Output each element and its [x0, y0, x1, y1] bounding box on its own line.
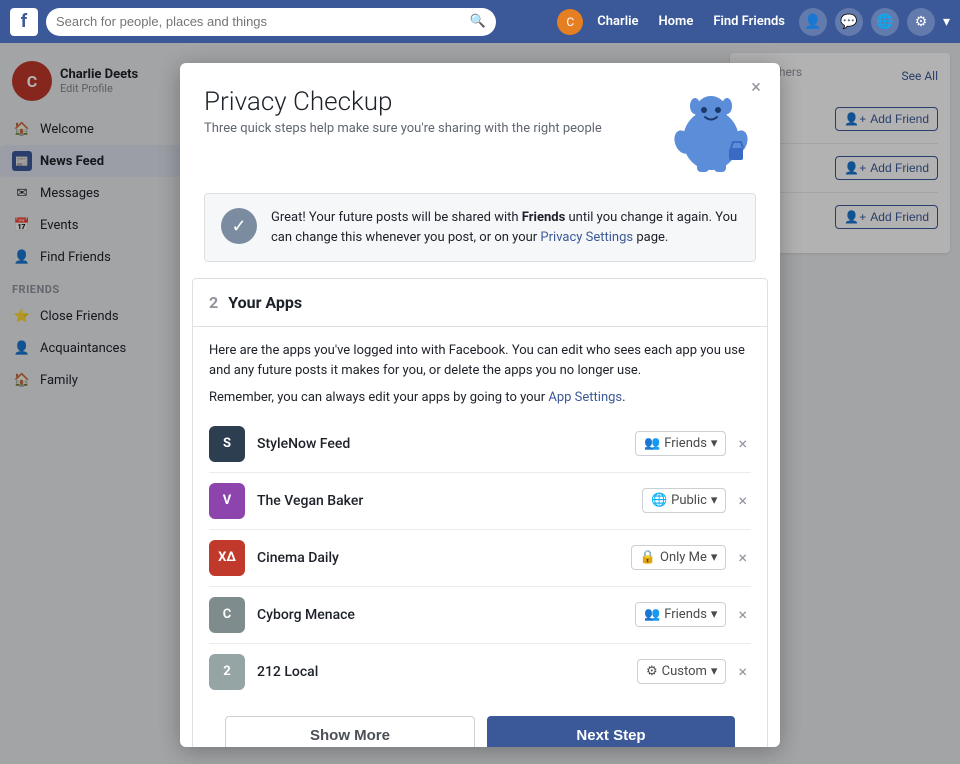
privacy-settings-link[interactable]: Privacy Settings: [540, 230, 633, 245]
show-more-button[interactable]: Show More: [225, 716, 475, 748]
app-settings-link[interactable]: App Settings: [548, 390, 622, 405]
privacy-label: Friends: [664, 607, 707, 622]
avatar: C: [557, 9, 583, 35]
step2-header: 2 Your Apps: [193, 279, 767, 327]
modal-overlay: × Privacy Checkup Three quick steps help…: [0, 43, 960, 764]
topnav-right: C Charlie Home Find Friends 👤 💬 🌐 ⚙ ▾: [557, 8, 950, 36]
privacy-icon: ⚙: [646, 664, 658, 679]
top-navigation: f 🔍 C Charlie Home Find Friends 👤 💬 🌐 ⚙ …: [0, 0, 960, 43]
privacy-label: Friends: [664, 436, 707, 451]
remove-app-button[interactable]: ×: [734, 601, 751, 628]
app-icon: C: [209, 597, 245, 633]
app-name: Cinema Daily: [257, 550, 631, 566]
notifications-icon[interactable]: 👤: [799, 8, 827, 36]
search-icon: 🔍: [470, 14, 486, 29]
privacy-label: Public: [671, 493, 707, 508]
privacy-icon: 👥: [644, 607, 660, 622]
facebook-logo: f: [10, 8, 38, 36]
messages-icon[interactable]: 💬: [835, 8, 863, 36]
app-icon: V: [209, 483, 245, 519]
step2-number: 2: [209, 293, 218, 312]
app-row: SStyleNow Feed👥 Friends ▾×: [209, 416, 751, 473]
app-row: CCyborg Menace👥 Friends ▾×: [209, 587, 751, 644]
chevron-down-icon: ▾: [711, 664, 718, 679]
privacy-dropdown[interactable]: 🔒 Only Me ▾: [631, 545, 727, 570]
app-rows: SStyleNow Feed👥 Friends ▾×VThe Vegan Bak…: [209, 416, 751, 700]
chevron-down-icon: ▾: [711, 607, 718, 622]
app-row: 2212 Local⚙ Custom ▾×: [209, 644, 751, 700]
step2-desc2: Remember, you can always edit your apps …: [209, 388, 751, 408]
step1-banner: ✓ Great! Your future posts will be share…: [204, 193, 756, 262]
step2-section: 2 Your Apps Here are the apps you've log…: [192, 278, 768, 747]
app-name: Cyborg Menace: [257, 607, 635, 623]
app-icon: 2: [209, 654, 245, 690]
chevron-down-icon: ▾: [711, 550, 718, 565]
app-icon: S: [209, 426, 245, 462]
mascot-illustration: [666, 87, 756, 177]
step2-body: Here are the apps you've logged into wit…: [193, 327, 767, 747]
settings-icon[interactable]: ⚙: [907, 8, 935, 36]
dropdown-arrow[interactable]: ▾: [943, 14, 950, 30]
remove-app-button[interactable]: ×: [734, 544, 751, 571]
topnav-find-friends[interactable]: Find Friends: [707, 14, 791, 29]
privacy-dropdown[interactable]: 👥 Friends ▾: [635, 431, 726, 456]
step1-text: Great! Your future posts will be shared …: [271, 208, 739, 247]
remove-app-button[interactable]: ×: [734, 430, 751, 457]
privacy-icon: 🔒: [640, 550, 656, 565]
privacy-icon: 👥: [644, 436, 660, 451]
chevron-down-icon: ▾: [711, 436, 718, 451]
app-name: 212 Local: [257, 664, 637, 680]
step2-title: Your Apps: [228, 293, 302, 312]
privacy-label: Custom: [662, 664, 707, 679]
step2-desc1: Here are the apps you've logged into wit…: [209, 341, 751, 380]
search-bar[interactable]: 🔍: [46, 8, 496, 36]
app-row: VThe Vegan Baker🌐 Public ▾×: [209, 473, 751, 530]
privacy-dropdown[interactable]: 🌐 Public ▾: [642, 488, 727, 513]
globe-icon[interactable]: 🌐: [871, 8, 899, 36]
privacy-dropdown[interactable]: 👥 Friends ▾: [635, 602, 726, 627]
modal-title: Privacy Checkup: [204, 87, 666, 117]
app-name: StyleNow Feed: [257, 436, 635, 452]
privacy-checkup-modal: × Privacy Checkup Three quick steps help…: [180, 63, 780, 747]
modal-subtitle: Three quick steps help make sure you're …: [204, 121, 666, 136]
app-icon: XΔ: [209, 540, 245, 576]
app-row: XΔCinema Daily🔒 Only Me ▾×: [209, 530, 751, 587]
topnav-home[interactable]: Home: [652, 14, 699, 29]
app-name: The Vegan Baker: [257, 493, 642, 509]
privacy-label: Only Me: [660, 550, 707, 565]
chevron-down-icon: ▾: [711, 493, 718, 508]
search-input[interactable]: [56, 14, 470, 29]
remove-app-button[interactable]: ×: [734, 658, 751, 685]
remove-app-button[interactable]: ×: [734, 487, 751, 514]
next-step-button[interactable]: Next Step: [487, 716, 735, 748]
checkmark-icon: ✓: [221, 208, 257, 244]
modal-header: Privacy Checkup Three quick steps help m…: [180, 63, 780, 177]
modal-actions: Show More Next Step: [209, 700, 751, 748]
privacy-icon: 🌐: [651, 493, 667, 508]
close-button[interactable]: ×: [744, 75, 768, 99]
modal-header-text: Privacy Checkup Three quick steps help m…: [204, 87, 666, 136]
topnav-username[interactable]: Charlie: [591, 14, 644, 29]
privacy-dropdown[interactable]: ⚙ Custom ▾: [637, 659, 726, 684]
